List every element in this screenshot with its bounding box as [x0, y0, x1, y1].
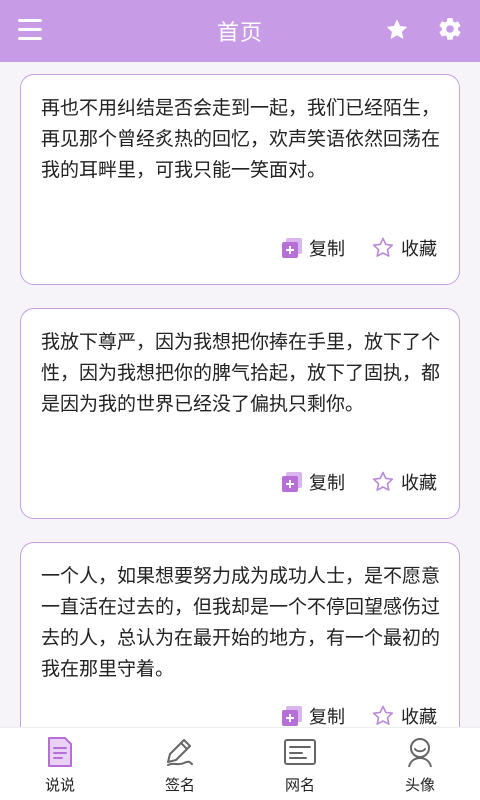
copy-label: 复制	[309, 239, 345, 260]
favorite-button[interactable]: 收藏	[371, 235, 437, 261]
favorite-button[interactable]: 收藏	[371, 703, 437, 727]
quote-card: 我放下尊严，因为我想把你捧在手里，放下了个性，因为我想把你的脾气拾起，放下了固执…	[20, 308, 460, 519]
favorite-label: 收藏	[401, 473, 437, 494]
star-outline-icon	[372, 237, 394, 257]
quote-text: 再也不用纠结是否会走到一起，我们已经陌生，再见那个曾经炙热的回忆，欢声笑语依然回…	[41, 97, 441, 181]
bottom-tab-bar: 说说 签名 网名 头像	[0, 727, 480, 800]
tab-label: 签名	[164, 776, 195, 794]
quote-card: 再也不用纠结是否会走到一起，我们已经陌生，再见那个曾经炙热的回忆，欢声笑语依然回…	[20, 74, 460, 285]
avatar-icon	[408, 738, 432, 768]
tab-nickname[interactable]: 网名	[240, 728, 360, 800]
star-icon[interactable]	[384, 17, 410, 43]
favorite-button[interactable]: 收藏	[371, 469, 437, 495]
copy-button[interactable]: 复制	[281, 469, 345, 495]
copy-label: 复制	[309, 707, 345, 727]
star-outline-icon	[372, 471, 394, 491]
tab-label: 说说	[44, 776, 75, 794]
tab-label: 网名	[284, 776, 315, 794]
copy-button[interactable]: 复制	[281, 235, 345, 261]
copy-icon	[282, 472, 302, 492]
copy-icon	[282, 706, 302, 726]
id-card-icon	[284, 739, 316, 765]
favorite-label: 收藏	[401, 239, 437, 260]
copy-icon	[282, 238, 302, 258]
hamburger-menu-icon[interactable]	[18, 19, 42, 41]
tab-avatar[interactable]: 头像	[360, 728, 480, 800]
quote-text: 我放下尊严，因为我想把你捧在手里，放下了个性，因为我想把你的脾气拾起，放下了固执…	[41, 331, 441, 415]
top-app-bar: 首页	[0, 0, 480, 62]
tab-shuoshuo[interactable]: 说说	[0, 728, 120, 800]
page-title: 首页	[216, 21, 263, 46]
quote-card: 一个人，如果想要努力成为成功人士，是不愿意一直活在过去的，但我却是一个不停回望感…	[20, 542, 460, 727]
tab-signature[interactable]: 签名	[120, 728, 240, 800]
gear-icon[interactable]	[437, 16, 463, 42]
star-outline-icon	[372, 705, 394, 725]
document-icon	[48, 737, 72, 767]
favorite-label: 收藏	[401, 707, 437, 727]
copy-label: 复制	[309, 473, 345, 494]
quote-text: 一个人，如果想要努力成为成功人士，是不愿意一直活在过去的，但我却是一个不停回望感…	[41, 565, 441, 680]
copy-button[interactable]: 复制	[281, 703, 345, 727]
quote-feed[interactable]: 再也不用纠结是否会走到一起，我们已经陌生，再见那个曾经炙热的回忆，欢声笑语依然回…	[0, 62, 480, 727]
pen-icon	[167, 739, 193, 766]
tab-label: 头像	[404, 776, 435, 794]
